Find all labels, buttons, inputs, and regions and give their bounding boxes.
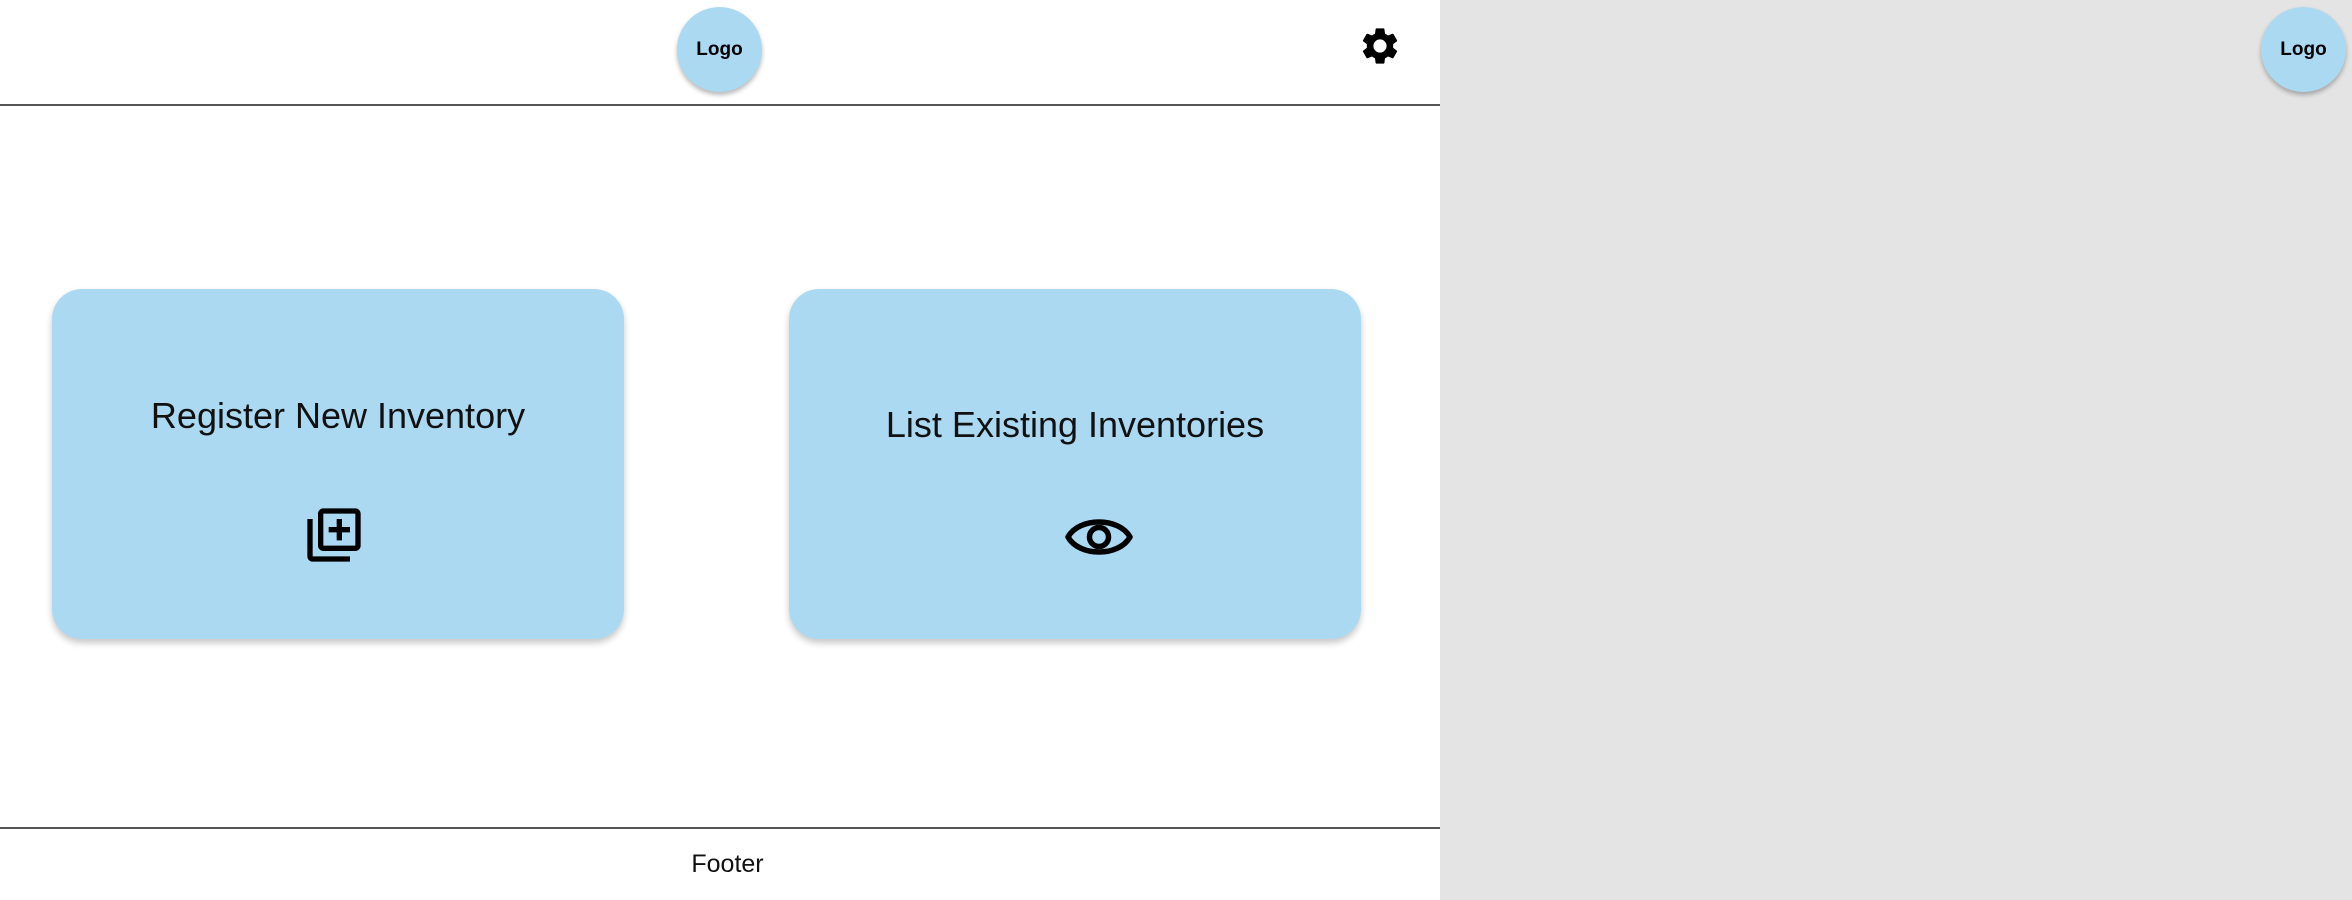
register-new-inventory-label: Register New Inventory xyxy=(150,395,526,436)
library-add-icon xyxy=(307,508,361,562)
header-logo-label: Logo xyxy=(696,38,743,60)
settings-button[interactable] xyxy=(1358,24,1402,68)
footer-label: Footer xyxy=(691,850,764,878)
side-panel-logo-label: Logo xyxy=(2280,38,2327,60)
eye-icon xyxy=(1065,519,1133,555)
side-panel-logo: Logo xyxy=(2261,7,2346,92)
gear-icon xyxy=(1362,28,1398,64)
app-pane: Logo Register New Inventory List Existin… xyxy=(0,0,1440,900)
list-existing-inventories-label: List Existing Inventories xyxy=(885,404,1265,445)
side-panel: Logo xyxy=(1440,0,2352,900)
register-new-inventory-button[interactable]: Register New Inventory xyxy=(52,289,624,639)
footer-divider xyxy=(0,827,1440,829)
header-divider xyxy=(0,104,1440,106)
list-existing-inventories-button[interactable]: List Existing Inventories xyxy=(789,289,1361,639)
header-logo: Logo xyxy=(677,7,762,92)
screen: Logo Register New Inventory List Existin… xyxy=(0,0,2352,900)
